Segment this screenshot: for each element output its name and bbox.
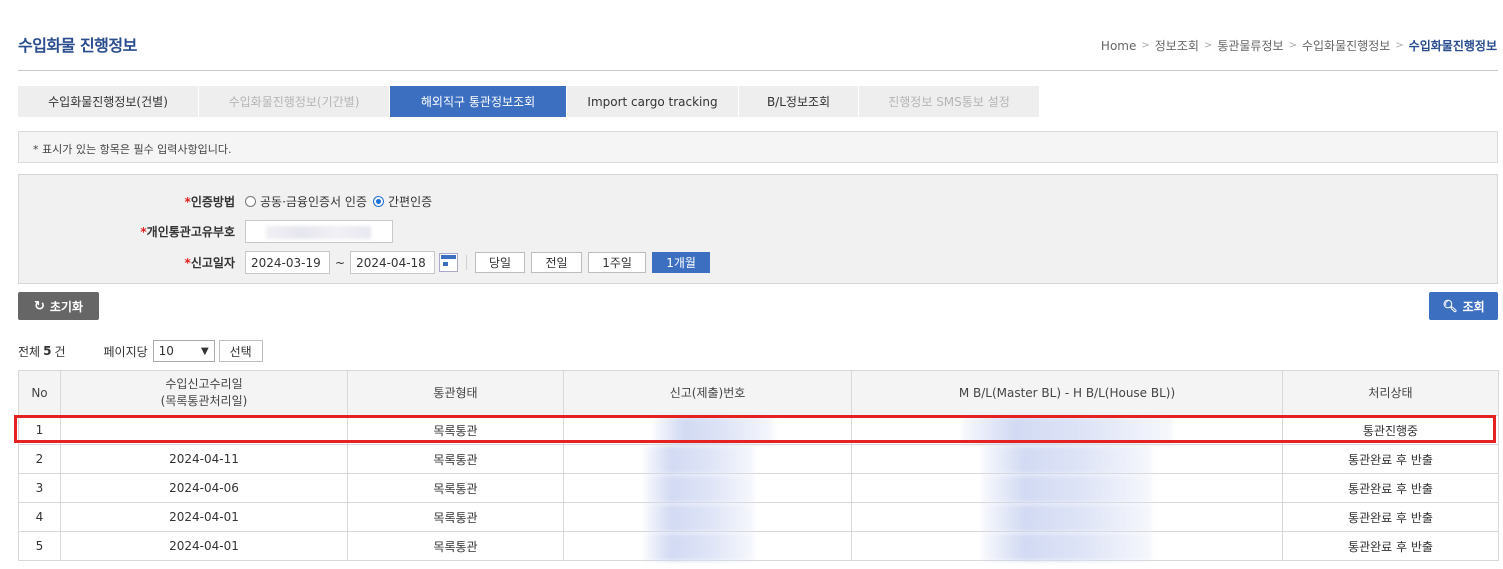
date-range-separator: ~ xyxy=(335,255,346,270)
breadcrumb-import-cargo[interactable]: 수입화물진행정보 xyxy=(1302,37,1390,54)
tab-import-cargo-tracking[interactable]: Import cargo tracking xyxy=(567,86,739,117)
report-date-label: *신고일자 xyxy=(184,256,235,270)
tab-bl-info[interactable]: B/L정보조회 xyxy=(739,86,859,117)
tab-import-cargo-by-case[interactable]: 수입화물진행정보(건별) xyxy=(18,86,199,117)
date-to-input[interactable]: 2024-04-18 xyxy=(350,251,436,274)
tab-import-cargo-by-period[interactable]: 수입화물진행정보(기간별) xyxy=(199,86,390,117)
period-yesterday-button[interactable]: 전일 xyxy=(531,252,583,273)
col-status: 처리상태 xyxy=(1282,370,1499,416)
list-controls: 전체 5 건 페이지당 10 ▼ 선택 xyxy=(18,340,263,362)
col-bl-number: M B/L(Master BL) - H B/L(House BL)) xyxy=(851,370,1283,416)
chevron-right-icon: > xyxy=(1288,40,1297,51)
chevron-right-icon: > xyxy=(1203,40,1213,51)
radio-unchecked-icon[interactable] xyxy=(245,196,256,207)
chevron-right-icon: > xyxy=(1141,40,1150,51)
redacted-value xyxy=(266,226,371,239)
report-date-row: *신고일자 2024-03-19 ~ 2024-04-18 당일 전일 1주일 … xyxy=(19,251,716,274)
auth-method-label: *인증방법 xyxy=(184,195,235,209)
reset-button[interactable]: ↻ 초기화 xyxy=(18,292,99,320)
tab-bar: 수입화물진행정보(건별) 수입화물진행정보(기간별) 해외직구 통관정보조회 I… xyxy=(18,86,1040,117)
title-divider xyxy=(18,70,1498,71)
period-week-button[interactable]: 1주일 xyxy=(588,252,647,273)
tab-sms-notification[interactable]: 진행정보 SMS통보 설정 xyxy=(859,86,1040,117)
breadcrumb-customs-logistics[interactable]: 통관물류정보 xyxy=(1217,37,1283,54)
page-size-select[interactable]: 10 ▼ xyxy=(152,340,215,362)
redacted-bl-number[interactable] xyxy=(851,444,1283,474)
redacted-bl-number[interactable] xyxy=(851,415,1283,445)
radio-certificate-auth[interactable]: 공동·금융인증서 인증 xyxy=(245,193,367,210)
tab-overseas-direct-purchase[interactable]: 해외직구 통관정보조회 xyxy=(390,86,567,117)
page-title: 수입화물 진행정보 xyxy=(18,36,137,55)
date-from-input[interactable]: 2024-03-19 xyxy=(245,251,330,274)
table-row[interactable]: 5 2024-04-01 목록통관 통관완료 후 반출 xyxy=(18,531,1499,561)
results-table: No 수입신고수리일 (목록통관처리일) 통관형태 신고(제출)번호 M B/L(… xyxy=(18,370,1499,561)
breadcrumb-current: 수입화물진행정보 xyxy=(1408,39,1497,53)
col-no: No xyxy=(18,370,61,416)
customs-id-input[interactable] xyxy=(245,220,393,243)
auth-method-row: *인증방법 공동·금융인증서 인증 간편인증 xyxy=(19,193,438,210)
table-row[interactable]: 2 2024-04-11 목록통관 통관완료 후 반출 xyxy=(18,444,1499,474)
table-row[interactable]: 4 2024-04-01 목록통관 통관완료 후 반출 xyxy=(18,502,1499,532)
redacted-bl-number[interactable] xyxy=(851,473,1283,503)
breadcrumb: Home > 정보조회 > 통관물류정보 > 수입화물진행정보 > 수입화물진행… xyxy=(1101,37,1497,54)
col-report-number: 신고(제출)번호 xyxy=(563,370,852,416)
total-count: 5 xyxy=(43,344,52,358)
table-row[interactable]: 3 2024-04-06 목록통관 통관완료 후 반출 xyxy=(18,473,1499,503)
customs-id-row: *개인통관고유부호 xyxy=(19,220,393,243)
page-size-label: 페이지당 xyxy=(103,344,148,359)
chevron-right-icon: > xyxy=(1395,40,1404,51)
total-suffix: 건 xyxy=(54,344,66,359)
period-today-button[interactable]: 당일 xyxy=(475,252,526,273)
redacted-report-number[interactable] xyxy=(563,415,852,445)
radio-simple-auth[interactable]: 간편인증 xyxy=(373,193,432,210)
search-icon: 🔍︎ xyxy=(1442,299,1458,313)
col-accept-date: 수입신고수리일 (목록통관처리일) xyxy=(60,370,348,416)
table-row[interactable]: 1 목록통관 통관진행중 xyxy=(18,415,1499,445)
period-month-button[interactable]: 1개월 xyxy=(652,252,711,273)
breadcrumb-info-lookup[interactable]: 정보조회 xyxy=(1155,37,1199,54)
table-header-row: No 수입신고수리일 (목록통관처리일) 통관형태 신고(제출)번호 M B/L(… xyxy=(18,370,1499,416)
customs-id-label: *개인통관고유부호 xyxy=(140,225,235,239)
redacted-report-number[interactable] xyxy=(563,444,852,474)
page-size-apply-button[interactable]: 선택 xyxy=(218,340,263,362)
required-notice: * 표시가 있는 항목은 필수 입력사항입니다. xyxy=(18,131,1498,163)
redacted-report-number[interactable] xyxy=(563,531,852,561)
divider xyxy=(466,255,468,270)
breadcrumb-home[interactable]: Home xyxy=(1101,39,1136,53)
radio-checked-icon[interactable] xyxy=(373,196,384,207)
redacted-report-number[interactable] xyxy=(563,473,852,503)
calendar-icon[interactable] xyxy=(439,253,459,272)
chevron-down-icon: ▼ xyxy=(200,345,209,357)
redacted-bl-number[interactable] xyxy=(851,531,1283,561)
redacted-report-number[interactable] xyxy=(563,502,852,532)
search-form: *인증방법 공동·금융인증서 인증 간편인증 *개인통관고유부호 *신고일자 2… xyxy=(18,174,1498,284)
search-button[interactable]: 🔍︎ 조회 xyxy=(1429,292,1498,320)
total-prefix: 전체 xyxy=(18,344,41,359)
col-clearance-type: 통관형태 xyxy=(347,370,564,416)
redacted-bl-number[interactable] xyxy=(851,502,1283,532)
refresh-icon: ↻ xyxy=(33,298,45,314)
